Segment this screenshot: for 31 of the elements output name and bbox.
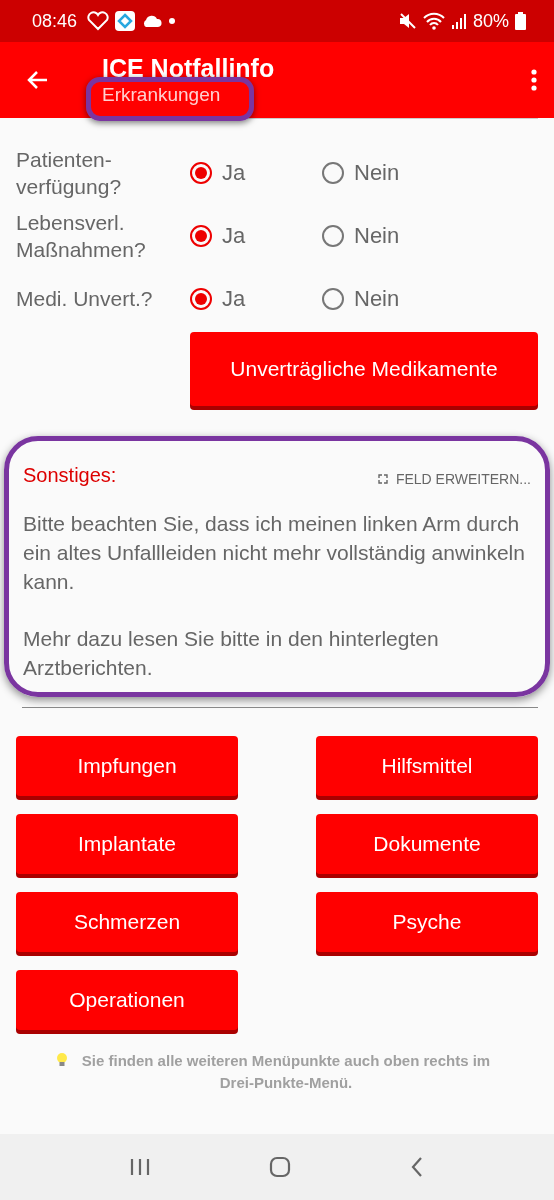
question-label: Medi. Unvert.?	[16, 286, 154, 312]
signal-icon	[450, 12, 467, 30]
radio-option[interactable]: Nein	[322, 159, 454, 186]
notes-label: Sonstiges:	[23, 463, 117, 487]
screen-subtitle: Erkrankungen	[102, 83, 222, 107]
wifi-icon	[422, 12, 445, 30]
hint-text: Sie finden alle weiteren Menüpunkte auch oben rechts im Drei-Punkte-Menü.	[80, 1051, 492, 1093]
question-label: Patienten- verfügung?	[16, 146, 123, 200]
battery-icon	[515, 12, 526, 30]
lightbulb-icon	[56, 1052, 68, 1068]
expand-button[interactable]: FELD ERWEITERN...	[377, 471, 531, 487]
question-label: Lebensverl. Maßnahmen?	[16, 209, 147, 263]
app-icon	[115, 11, 136, 31]
expand-icon	[377, 474, 388, 484]
radio-option[interactable]: Ja	[190, 222, 322, 249]
radio-option[interactable]: Ja	[190, 159, 322, 186]
recent-apps-icon	[128, 1157, 151, 1177]
radio-option[interactable]: Ja	[190, 285, 322, 312]
home-icon	[268, 1155, 292, 1179]
radio-option[interactable]: Nein	[322, 285, 454, 312]
heart-icon	[87, 11, 110, 31]
more-icon	[530, 68, 538, 92]
dot-icon	[169, 18, 176, 24]
battery-percent: 80%	[472, 10, 509, 32]
notes-paragraph: Bitte beachten Sie, dass ich meinen linken Arm durch ein altes Unfallleiden nicht mehr vollständig anwinkeln kann.	[23, 511, 526, 595]
notes-paragraph: Mehr dazu lesen Sie bitte in den hinterlegten Arztberichten.	[23, 626, 440, 681]
radio-option[interactable]: Nein	[322, 222, 454, 249]
app-title: ICE Notfallinfo	[102, 53, 275, 83]
cloud-icon	[141, 14, 164, 28]
mute-icon	[398, 12, 417, 30]
clock: 08:46	[32, 10, 78, 32]
